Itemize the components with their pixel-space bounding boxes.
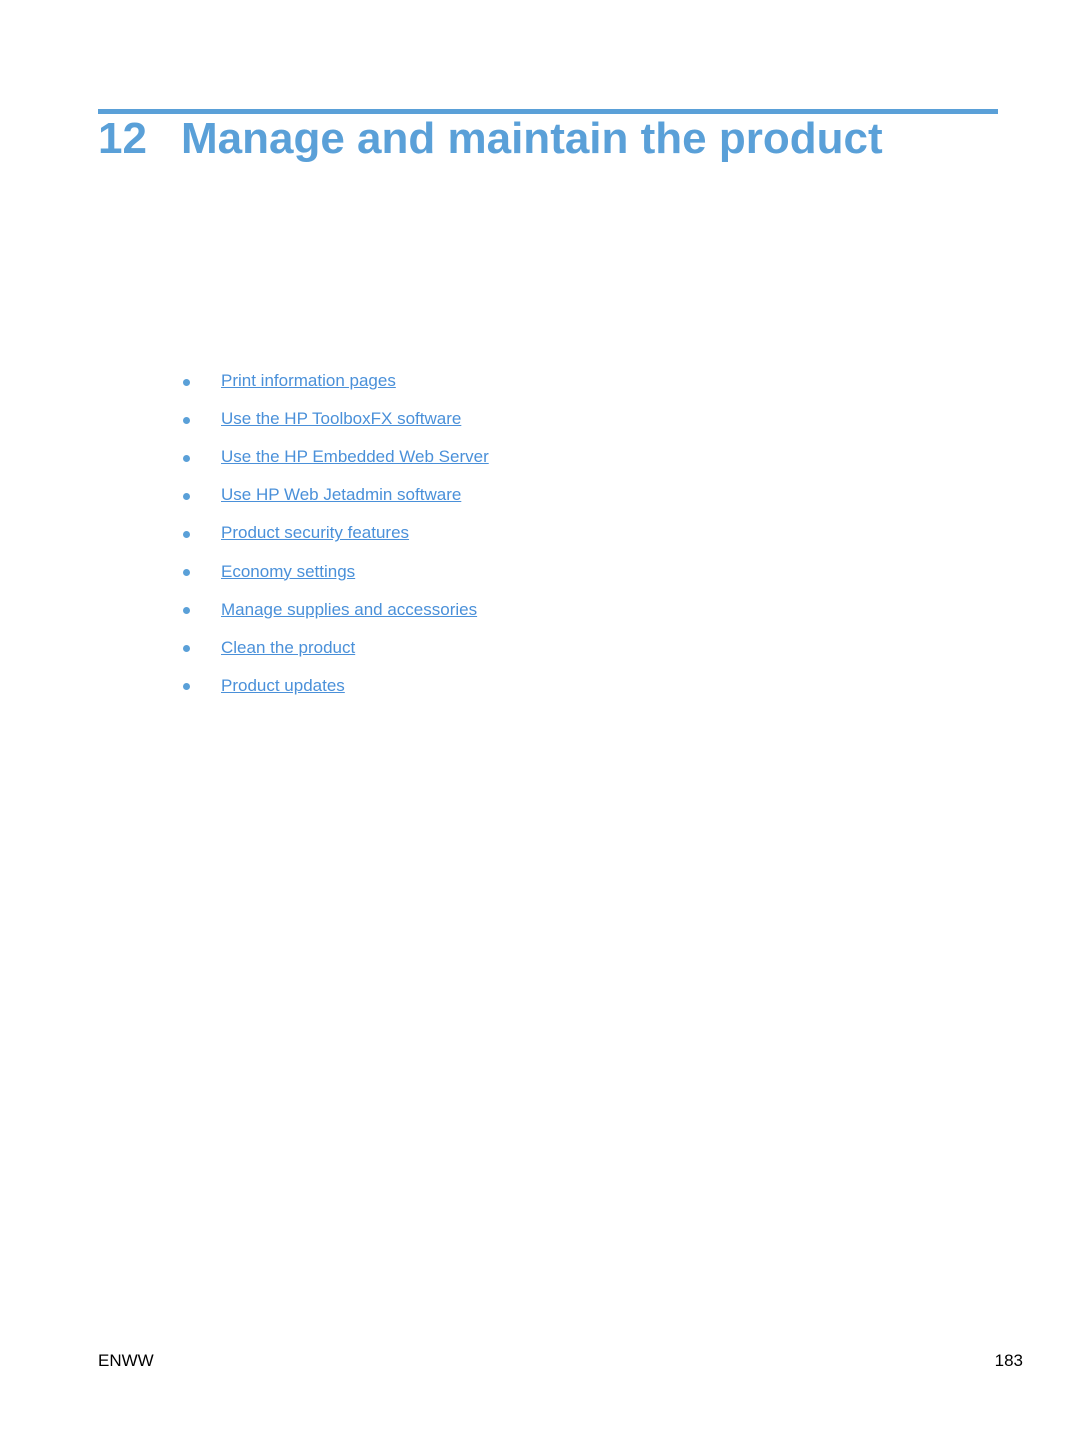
- list-item: Print information pages: [180, 362, 489, 400]
- list-item: Economy settings: [180, 552, 489, 590]
- list-item: Use HP Web Jetadmin software: [180, 476, 489, 514]
- bullet-icon: [183, 492, 190, 500]
- list-item: Clean the product: [180, 629, 489, 667]
- list-item: Product updates: [180, 667, 489, 705]
- bullet-icon: [183, 530, 190, 538]
- toc-link[interactable]: Product updates: [221, 676, 345, 696]
- toc-link[interactable]: Economy settings: [221, 562, 355, 582]
- bullet-icon: [183, 378, 190, 386]
- toc-link[interactable]: Manage supplies and accessories: [221, 600, 477, 620]
- toc-link[interactable]: Clean the product: [221, 638, 355, 658]
- chapter-contents-list: Print information pages Use the HP Toolb…: [180, 362, 489, 705]
- toc-link[interactable]: Use HP Web Jetadmin software: [221, 485, 461, 505]
- footer-locale: ENWW: [98, 1351, 154, 1370]
- chapter-title: 12 Manage and maintain the product: [98, 114, 883, 164]
- bullet-icon: [183, 645, 190, 653]
- bullet-icon: [183, 416, 190, 424]
- toc-link[interactable]: Use the HP ToolboxFX software: [221, 409, 461, 429]
- list-item: Product security features: [180, 514, 489, 552]
- bullet-icon: [183, 454, 190, 462]
- chapter-title-text: Manage and maintain the product: [181, 114, 883, 163]
- bullet-icon: [183, 569, 190, 577]
- bullet-icon: [183, 607, 190, 615]
- list-item: Use the HP Embedded Web Server: [180, 438, 489, 476]
- chapter-number: 12: [98, 114, 147, 163]
- bullet-icon: [183, 683, 190, 691]
- toc-link[interactable]: Use the HP Embedded Web Server: [221, 447, 489, 467]
- toc-link[interactable]: Product security features: [221, 523, 409, 543]
- list-item: Use the HP ToolboxFX software: [180, 400, 489, 438]
- list-item: Manage supplies and accessories: [180, 591, 489, 629]
- page-number: 183: [994, 1351, 1023, 1370]
- toc-link[interactable]: Print information pages: [221, 371, 396, 391]
